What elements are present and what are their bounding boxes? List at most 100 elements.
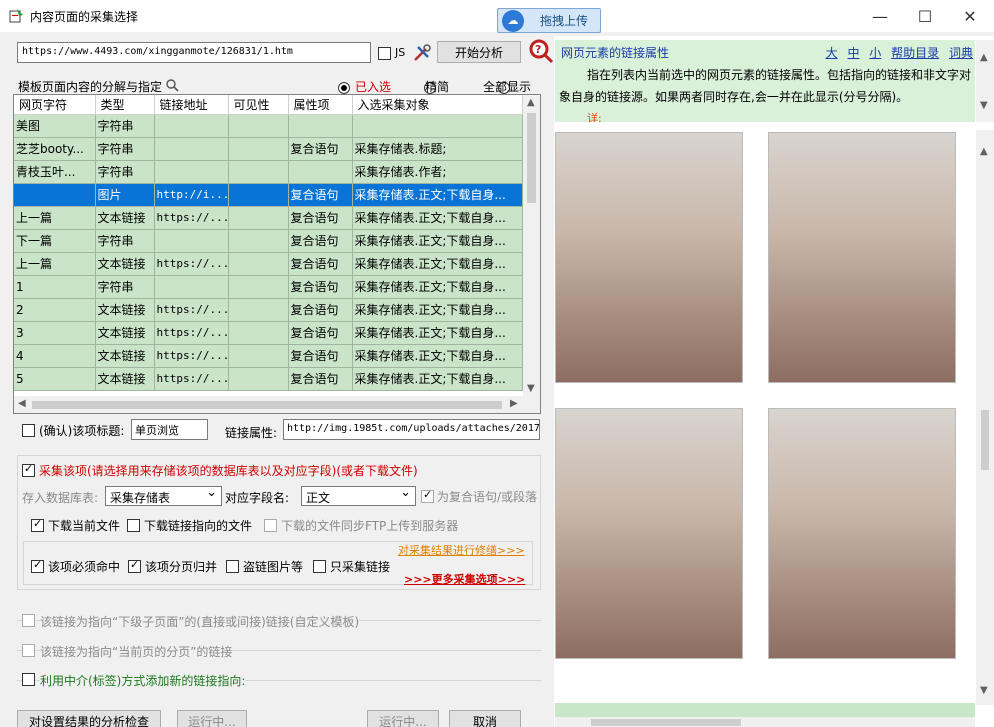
cell-type: 字符串 (95, 137, 155, 161)
col-header-link[interactable]: 链接地址 (154, 95, 229, 115)
scroll-left-icon[interactable]: ◀ (18, 398, 26, 409)
col-header-text[interactable]: 网页字符 (14, 95, 96, 115)
cell-type: 文本链接 (95, 298, 155, 322)
table-row[interactable]: 5 文本链接 https://... 复合语句 采集存储表.正文;下载自身... (14, 367, 523, 391)
col-header-type[interactable]: 类型 (95, 95, 155, 115)
tools-icon[interactable] (412, 43, 432, 63)
preview-horizontal-scrollbar[interactable] (555, 717, 975, 727)
cell-visibility (228, 137, 289, 161)
only-link-checkbox[interactable] (313, 560, 326, 573)
help-scrollbar[interactable]: ▲ ▼ (976, 40, 994, 122)
db-table-label: 存入数据库表: (22, 491, 99, 505)
tag-link-checkbox[interactable] (22, 673, 35, 686)
cell-link: https://... (154, 321, 229, 345)
grid-horizontal-scrollbar[interactable]: ◀ ▶ (14, 396, 540, 413)
paging-label: 该链接为指向“当前页的分页”的链接 (40, 643, 233, 660)
drag-upload-button[interactable]: ☁ 拖拽上传 (497, 8, 601, 33)
cell-link: https://... (154, 206, 229, 230)
font-medium-link[interactable]: 中 (847, 46, 859, 60)
table-row[interactable]: 3 文本链接 https://... 复合语句 采集存储表.正文;下载自身... (14, 321, 523, 345)
preview-hscroll-thumb[interactable] (591, 719, 741, 726)
sub-page-checkbox[interactable] (22, 614, 35, 627)
table-row[interactable]: 上一篇 文本链接 https://... 复合语句 采集存储表.正文;下载自身... (14, 206, 523, 230)
table-row[interactable]: 4 文本链接 https://... 复合语句 采集存储表.正文;下载自身... (14, 344, 523, 368)
paging-checkbox[interactable] (22, 644, 35, 657)
must-hit-checkbox[interactable] (31, 558, 44, 573)
col-header-visibility[interactable]: 可见性 (228, 95, 289, 115)
running-button-1[interactable]: 运行中... (177, 710, 247, 727)
cell-text (14, 183, 96, 207)
cell-link: https://... (154, 252, 229, 276)
preview-vscroll-thumb[interactable] (981, 410, 989, 470)
font-small-link[interactable]: 小 (869, 46, 881, 60)
running-label-2: 运行中... (379, 714, 427, 727)
collect-item-checkbox[interactable] (22, 462, 35, 477)
search-icon[interactable] (166, 79, 179, 92)
col-header-target[interactable]: 入选采集对象 (352, 95, 523, 115)
js-checkbox[interactable] (378, 47, 391, 60)
start-analyze-button[interactable]: 开始分析 (437, 41, 521, 63)
running-button-2[interactable]: 运行中... (367, 710, 439, 727)
url-input[interactable]: https://www.4493.com/xingganmote/126831/… (17, 42, 371, 63)
grid-header-row: 网页字符 类型 链接地址 可见性 属性项 入选采集对象 (14, 95, 523, 115)
table-row[interactable]: 美图 字符串 (14, 114, 523, 138)
cancel-button[interactable]: 取消 (449, 710, 521, 727)
grid-vscroll-thumb[interactable] (527, 113, 536, 203)
compound-checkbox[interactable] (421, 488, 434, 503)
preview-vertical-scrollbar[interactable]: ▲ ▼ (976, 130, 994, 705)
db-table-select[interactable]: 采集存储表 (105, 485, 222, 506)
table-row[interactable]: 2 文本链接 https://... 复合语句 采集存储表.正文;下载自身... (14, 298, 523, 322)
cell-text: 美图 (14, 114, 96, 138)
close-icon: ✕ (963, 6, 977, 26)
table-row[interactable]: 上一篇 文本链接 https://... 复合语句 采集存储表.正文;下载自身... (14, 252, 523, 276)
table-row[interactable]: 1 字符串 复合语句 采集存储表.正文;下载自身... (14, 275, 523, 299)
preview-scroll-up-icon[interactable]: ▲ (980, 146, 988, 157)
cell-target: 采集存储表.正文;下载自身... (352, 252, 523, 276)
table-row[interactable]: 图片 http://i... 复合语句 采集存储表.正文;下载自身... (14, 183, 523, 207)
col-header-attribute[interactable]: 属性项 (288, 95, 353, 115)
cell-type: 文本链接 (95, 344, 155, 368)
help-magnifier-icon[interactable]: ? (528, 38, 554, 64)
table-row[interactable]: 芝芝booty... 字符串 复合语句 采集存储表.标题; (14, 137, 523, 161)
dictionary-link[interactable]: 词典 (949, 46, 973, 60)
table-row[interactable]: 青枝玉叶... 字符串 采集存储表.作者; (14, 160, 523, 184)
elements-grid[interactable]: 网页字符 类型 链接地址 可见性 属性项 入选采集对象 美图 字符串 芝芝booty… (13, 94, 541, 414)
ftp-sync-label: 下载的文件同步FTP上传到服务器 (281, 519, 459, 533)
link-attr-input[interactable]: http://img.1985t.com/uploads/attaches/20… (283, 419, 540, 440)
hotlink-checkbox[interactable] (226, 560, 239, 573)
more-options-link[interactable]: >>>更多采集选项>>> (404, 571, 525, 587)
tag-link-label: 利用中介(标签)方式添加新的链接指向: (40, 672, 246, 689)
help-scroll-down-icon[interactable]: ▼ (980, 100, 988, 111)
check-settings-button[interactable]: 对设置结果的分析检查 (17, 710, 161, 727)
grid-hscroll-thumb[interactable] (32, 401, 502, 409)
help-scroll-up-icon[interactable]: ▲ (980, 52, 988, 63)
download-link-checkbox[interactable] (127, 519, 140, 532)
cell-link (154, 114, 229, 138)
download-current-checkbox[interactable] (31, 517, 44, 532)
preview-image-2 (768, 132, 956, 383)
merge-pages-checkbox[interactable] (128, 558, 141, 573)
cell-visibility (228, 183, 289, 207)
confirm-title-input[interactable]: 单页浏览 (131, 419, 208, 440)
upload-button-label: 拖拽上传 (540, 14, 589, 28)
close-button[interactable]: ✕ (950, 4, 990, 28)
cell-link (154, 160, 229, 184)
font-large-link[interactable]: 大 (826, 46, 838, 60)
radio-selected[interactable] (338, 81, 350, 94)
minimize-button[interactable]: — (860, 4, 900, 28)
help-directory-link[interactable]: 帮助目录 (891, 46, 939, 60)
collect-item-label: 采集该项(请选择用来存储该项的数据库表以及对应字段)(或者下载文件) (39, 464, 418, 478)
scroll-right-icon[interactable]: ▶ (510, 398, 518, 409)
cell-visibility (228, 229, 289, 253)
table-row[interactable]: 下一篇 字符串 复合语句 采集存储表.正文;下载自身... (14, 229, 523, 253)
scroll-up-icon[interactable]: ▲ (527, 97, 535, 108)
confirm-title-label: (确认)该项标题: (39, 424, 125, 438)
preview-scroll-down-icon[interactable]: ▼ (980, 685, 988, 696)
modify-results-link[interactable]: 对采集结果进行修缮>>> (398, 542, 525, 558)
field-name-select[interactable]: 正文 (301, 485, 416, 506)
confirm-title-checkbox[interactable] (22, 424, 35, 437)
grid-vertical-scrollbar[interactable]: ▲ ▼ (523, 95, 540, 398)
ftp-sync-checkbox[interactable] (264, 519, 277, 532)
maximize-button[interactable]: ☐ (905, 4, 945, 28)
scroll-down-icon[interactable]: ▼ (527, 383, 535, 394)
